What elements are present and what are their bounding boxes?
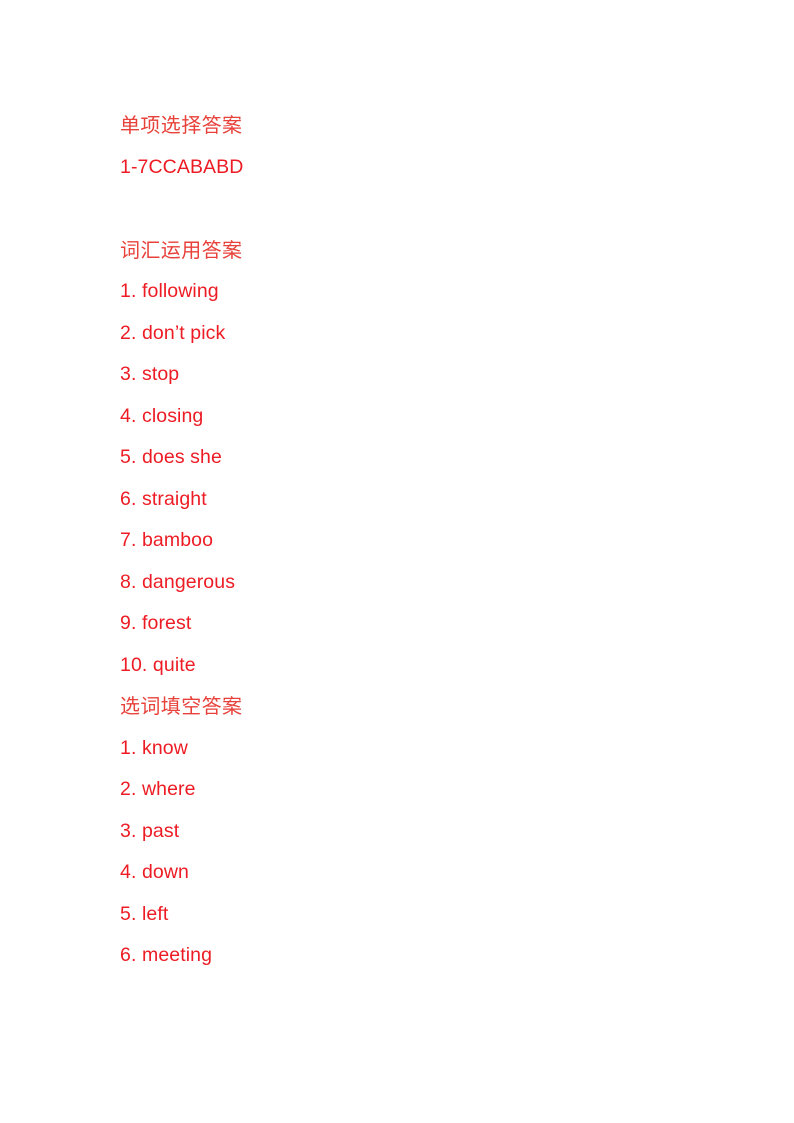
answer-line: 5. does she	[120, 446, 222, 468]
answer-line: 4. closing	[120, 404, 204, 427]
section-heading-word-filling: 选词填空答案	[120, 694, 243, 718]
answer-line: 2. where	[120, 778, 196, 800]
document-body: 单项选择答案 1-7CCABABD 词汇运用答案 1. following 2.…	[120, 105, 720, 977]
answer-line: 1. know	[120, 736, 188, 759]
answer-key-page: 单项选择答案 1-7CCABABD 词汇运用答案 1. following 2.…	[0, 0, 794, 1123]
answer-line: 7. bamboo	[120, 529, 214, 551]
answer-line: 10. quite	[120, 653, 196, 676]
answer-line: 8. dangerous	[120, 570, 236, 593]
answer-line: 6. meeting	[120, 944, 213, 966]
answer-line: 4. down	[120, 861, 189, 883]
answer-line: 1. following	[120, 280, 219, 302]
answer-line: 3. stop	[120, 363, 180, 385]
answer-line: 5. left	[120, 902, 169, 925]
answer-line: 1-7CCABABD	[120, 155, 244, 178]
answer-line: 3. past	[120, 819, 180, 842]
section-heading-vocabulary: 词汇运用答案	[120, 237, 243, 262]
answer-line: 6. straight	[120, 487, 207, 510]
section-heading-multiple-choice: 单项选择答案	[120, 113, 243, 137]
answer-line: 9. forest	[120, 612, 192, 634]
answer-line: 2. don’t pick	[120, 321, 226, 344]
